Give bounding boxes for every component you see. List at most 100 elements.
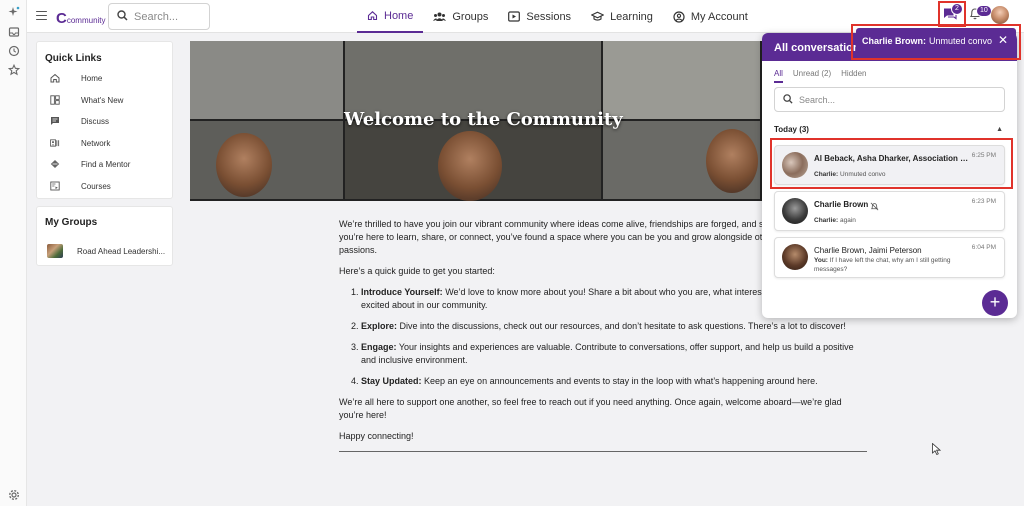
search-icon xyxy=(117,9,128,24)
quick-link-label: What's New xyxy=(81,95,124,105)
quick-link-label: Discuss xyxy=(81,116,110,126)
guide-item-title: Stay Updated: xyxy=(361,376,422,386)
quick-link-label: Find a Mentor xyxy=(81,159,131,169)
conversation-time: 6:23 PM xyxy=(971,198,996,205)
conversation-name: Charlie Brown xyxy=(814,200,869,209)
settings-icon[interactable] xyxy=(8,489,20,501)
banner-face xyxy=(216,133,272,197)
inbox-icon[interactable] xyxy=(8,26,20,38)
group-thumbnail xyxy=(47,244,63,258)
mentor-icon xyxy=(50,159,60,169)
left-rail xyxy=(0,0,27,506)
banner-photo xyxy=(190,41,345,121)
nav-tab-home[interactable]: Home xyxy=(357,0,424,33)
nav-tab-sessions[interactable]: Sessions xyxy=(498,0,581,33)
whats-new-icon xyxy=(50,95,60,105)
courses-icon xyxy=(50,181,60,191)
toast-highlight-box xyxy=(851,24,1021,60)
guide-item-text: Dive into the discussions, check out our… xyxy=(397,321,846,331)
sessions-icon xyxy=(508,11,521,22)
network-icon xyxy=(50,138,60,148)
main-nav: Home Groups Sessions Learning My Account xyxy=(357,0,758,33)
user-avatar xyxy=(782,244,808,270)
search-icon xyxy=(783,93,793,107)
banner-face xyxy=(438,131,502,201)
conversation-time: 6:04 PM xyxy=(971,244,996,251)
quick-link-courses[interactable]: Courses xyxy=(50,181,111,191)
quick-link-network[interactable]: Network xyxy=(50,138,110,148)
conversation-item[interactable]: Charlie Brown 6:23 PM Charlie: again xyxy=(774,191,1005,231)
user-avatar xyxy=(782,198,808,224)
notifications-count-badge: 10 xyxy=(976,5,992,17)
user-avatar[interactable] xyxy=(991,6,1009,24)
conversation-search-box[interactable] xyxy=(774,87,1005,112)
star-icon[interactable] xyxy=(7,63,21,76)
chevron-up-icon[interactable]: ▲ xyxy=(996,126,1003,133)
guide-item-title: Introduce Yourself: xyxy=(361,287,443,297)
group-item[interactable]: Road Ahead Leadershi... xyxy=(47,244,165,258)
home-icon xyxy=(50,73,60,83)
nav-tab-groups[interactable]: Groups xyxy=(423,0,498,33)
community-logo[interactable]: C community xyxy=(56,10,106,27)
tab-all[interactable]: All xyxy=(774,69,783,83)
plus-icon: + xyxy=(989,292,1001,312)
quick-link-label: Network xyxy=(81,138,111,148)
nav-tab-learning[interactable]: Learning xyxy=(581,0,663,33)
conversation-search-input[interactable] xyxy=(799,94,979,105)
quick-link-label: Home xyxy=(81,73,103,83)
account-icon xyxy=(673,10,685,23)
new-conversation-button[interactable]: + xyxy=(982,290,1008,316)
banner-face xyxy=(706,129,758,193)
discuss-icon xyxy=(50,116,60,126)
quick-links-title: Quick Links xyxy=(45,53,102,64)
guide-item-text: Keep an eye on announcements and events … xyxy=(421,376,818,386)
quick-link-find-a-mentor[interactable]: Find a Mentor xyxy=(50,159,130,169)
hamburger-menu-icon[interactable] xyxy=(30,5,52,27)
quick-links-card: Quick Links Home What's New Discuss Netw… xyxy=(36,41,173,199)
conversation-snippet: You: If I have left the chat, why am I s… xyxy=(814,256,974,274)
nav-label: Learning xyxy=(610,10,653,23)
guide-item-title: Explore: xyxy=(361,321,398,331)
my-groups-title: My Groups xyxy=(45,217,98,228)
article-divider xyxy=(339,451,867,452)
group-label: Road Ahead Leadershi... xyxy=(77,246,166,256)
quick-link-label: Courses xyxy=(81,181,111,191)
snippet-text: If I have left the chat, why am I still … xyxy=(814,257,951,273)
history-icon[interactable] xyxy=(8,45,20,57)
snippet-sender: Charlie: xyxy=(814,217,839,224)
muted-bell-icon xyxy=(870,200,879,214)
nav-tab-my-account[interactable]: My Account xyxy=(663,0,758,33)
quick-link-whats-new[interactable]: What's New xyxy=(50,95,123,105)
sparkle-icon[interactable] xyxy=(8,6,20,18)
conversation-snippet: Charlie: again xyxy=(814,216,974,225)
quick-link-discuss[interactable]: Discuss xyxy=(50,116,109,126)
tab-unread[interactable]: Unread (2) xyxy=(793,69,831,83)
guide-item-text: Your insights and experiences are valuab… xyxy=(361,342,854,365)
guide-item: Engage: Your insights and experiences ar… xyxy=(361,341,867,367)
my-groups-card: My Groups Road Ahead Leadershi... xyxy=(36,206,173,266)
nav-label: Groups xyxy=(452,10,489,23)
global-search-box[interactable] xyxy=(108,3,210,30)
groups-icon xyxy=(433,11,447,22)
conversation-tabs: All Unread (2) Hidden xyxy=(774,69,877,83)
nav-label: Sessions xyxy=(526,10,572,23)
snippet-text: again xyxy=(838,217,856,224)
conversation-name: Charlie Brown, Jaimi Peterson xyxy=(814,246,922,255)
nav-label: My Account xyxy=(690,10,748,23)
welcome-banner: Welcome to the Community xyxy=(190,41,762,201)
selected-conversation-highlight-box xyxy=(770,138,1013,189)
logo-word: community xyxy=(66,16,106,25)
home-icon xyxy=(367,10,378,21)
banner-title: Welcome to the Community xyxy=(344,109,623,130)
guide-item: Stay Updated: Keep an eye on announcemen… xyxy=(361,375,867,388)
quick-link-home[interactable]: Home xyxy=(50,73,102,83)
guide-item-title: Engage: xyxy=(361,342,397,352)
conversation-group-label: Today (3) xyxy=(774,125,809,134)
nav-label: Home xyxy=(384,9,414,22)
learning-icon xyxy=(591,11,605,22)
guide-item: Explore: Dive into the discussions, chec… xyxy=(361,320,867,333)
conversation-item[interactable]: Charlie Brown, Jaimi Peterson 6:04 PM Yo… xyxy=(774,237,1005,278)
tab-hidden[interactable]: Hidden xyxy=(841,69,866,83)
snippet-sender: You: xyxy=(814,257,828,264)
global-search-input[interactable] xyxy=(134,10,204,23)
